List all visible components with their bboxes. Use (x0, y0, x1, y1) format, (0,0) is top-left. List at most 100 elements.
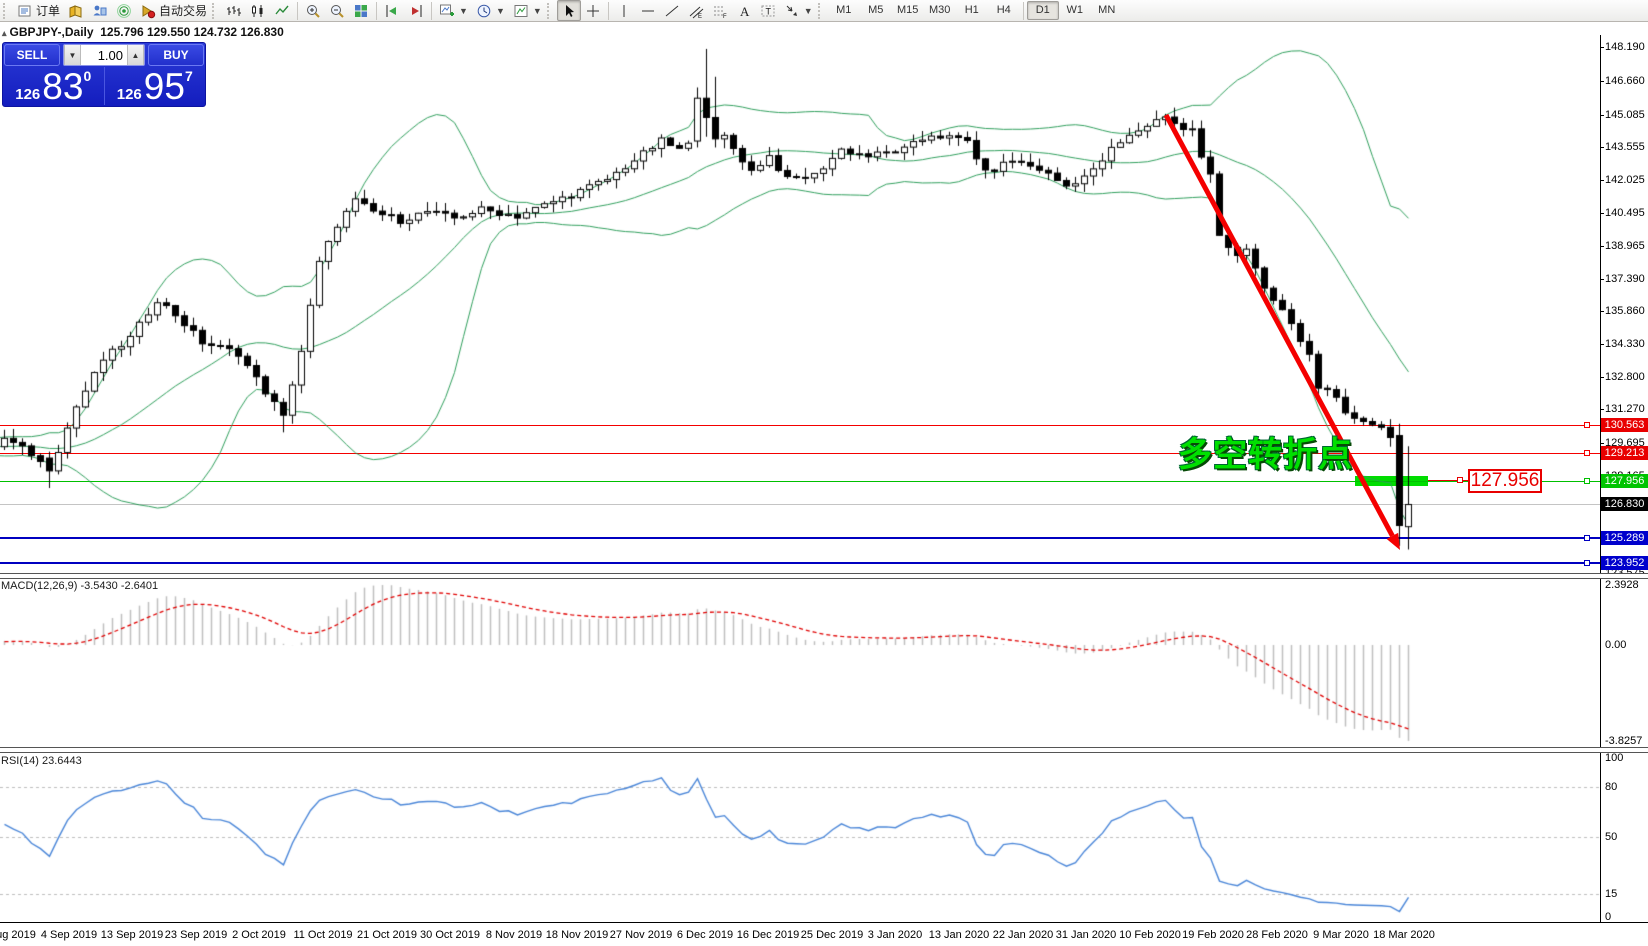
price-callout-anchor (1457, 477, 1463, 483)
one-click-trading-panel: SELL ▼ ▲ BUY 126 83 0 126 95 7 (2, 42, 206, 107)
price-axis-label: 146.660 (1605, 75, 1645, 87)
tile-windows-button[interactable] (349, 0, 373, 21)
zoom-in-icon (305, 3, 321, 19)
price-tag: 130.563 (1601, 418, 1648, 432)
timeframe-w1-button[interactable]: W1 (1059, 1, 1091, 20)
sell-button[interactable]: SELL (4, 44, 60, 66)
date-axis-label: 10 Feb 2020 (1119, 929, 1181, 941)
price-axis-label: 134.330 (1605, 338, 1645, 350)
date-axis-label: 9 Mar 2020 (1313, 929, 1369, 941)
cursor-icon (561, 3, 577, 19)
bar-chart-button[interactable] (222, 0, 246, 21)
date-axis-label: 21 Oct 2019 (357, 929, 417, 941)
price-tag: 123.952 (1601, 556, 1648, 570)
toolbar-drag-handle[interactable] (3, 3, 10, 19)
new-chart-icon (439, 3, 455, 19)
templates-button[interactable]: ▼ (509, 0, 546, 21)
chart-shift-button[interactable] (404, 0, 428, 21)
candlestick-chart-button[interactable] (246, 0, 270, 21)
zoom-out-icon (329, 3, 345, 19)
dropdown-arrow-icon[interactable]: ▼ (459, 6, 468, 16)
volume-spinner: ▼ ▲ (63, 44, 145, 66)
dropdown-arrow-icon[interactable]: ▼ (533, 6, 542, 16)
price-tick (1600, 409, 1604, 410)
channel-button[interactable]: E (684, 0, 708, 21)
price-axis-label: 142.025 (1605, 174, 1645, 186)
arrows-button[interactable]: ▼ (780, 0, 817, 21)
panel-separator[interactable] (0, 747, 1648, 753)
date-axis-label: 13 Sep 2019 (101, 929, 163, 941)
timeframe-m1-button[interactable]: M1 (828, 1, 860, 20)
macd-axis-label: 0.00 (1605, 639, 1626, 651)
price-tag: 129.213 (1601, 446, 1648, 460)
date-axis-label: 26 Aug 2019 (0, 929, 36, 941)
time-scale-axis[interactable]: 26 Aug 20194 Sep 201913 Sep 201923 Sep 2… (0, 923, 1648, 946)
trendline-button[interactable] (660, 0, 684, 21)
timeframe-mn-button[interactable]: MN (1091, 1, 1123, 20)
timeframe-h4-button[interactable]: H4 (988, 1, 1020, 20)
profile-button[interactable] (88, 0, 112, 21)
price-chart-canvas[interactable] (0, 35, 1600, 573)
svg-text:T: T (765, 6, 771, 16)
svg-text:F: F (723, 14, 727, 19)
timeframe-m15-button[interactable]: M15 (892, 1, 924, 20)
price-axis-label: 132.800 (1605, 371, 1645, 383)
fibonacci-button[interactable]: F (708, 0, 732, 21)
date-axis-label: 27 Nov 2019 (610, 929, 672, 941)
price-axis-label: 131.270 (1605, 403, 1645, 415)
zoom-in-button[interactable] (301, 0, 325, 21)
toolbar-drag-handle[interactable] (547, 3, 554, 19)
buy-price[interactable]: 126 95 7 (105, 67, 206, 105)
date-axis-label: 25 Dec 2019 (801, 929, 863, 941)
line-chart-button[interactable] (270, 0, 294, 21)
vertical-line-button[interactable] (612, 0, 636, 21)
volume-input[interactable] (81, 45, 127, 65)
rsi-axis-label: 100 (1605, 752, 1623, 764)
rsi-canvas[interactable] (0, 752, 1600, 922)
auto-trading-button[interactable]: 自动交易 (136, 0, 211, 21)
profile-icon (92, 3, 108, 19)
price-axis-label: 140.495 (1605, 207, 1645, 219)
toolbar-drag-handle[interactable] (212, 3, 219, 19)
price-tick (1600, 344, 1604, 345)
signal-button[interactable] (112, 0, 136, 21)
text-label-button[interactable]: T (756, 0, 780, 21)
zoom-out-button[interactable] (325, 0, 349, 21)
tile-windows-icon (353, 3, 369, 19)
quote-top-row: SELL ▼ ▲ BUY (3, 43, 205, 67)
auto-scroll-button[interactable] (380, 0, 404, 21)
history-button[interactable] (64, 0, 88, 21)
symbol-ohlc: 125.796 129.550 124.732 126.830 (100, 25, 284, 39)
dropdown-arrow-icon[interactable]: ▼ (804, 6, 813, 16)
volume-increase-button[interactable]: ▲ (127, 45, 144, 65)
toolbar-drag-handle[interactable] (818, 3, 825, 19)
volume-decrease-button[interactable]: ▼ (64, 45, 81, 65)
new-order-button[interactable]: 订单 (13, 0, 64, 21)
timeframe-h1-button[interactable]: H1 (956, 1, 988, 20)
templates-icon (513, 3, 529, 19)
horizontal-line-button[interactable] (636, 0, 660, 21)
date-axis-label: 18 Nov 2019 (546, 929, 608, 941)
caret-down-icon: ▼ (69, 51, 77, 60)
panel-separator[interactable] (0, 573, 1648, 579)
buy-button[interactable]: BUY (148, 44, 204, 66)
crosshair-button[interactable] (581, 0, 605, 21)
dropdown-arrow-icon[interactable]: ▼ (496, 6, 505, 16)
timeframe-m5-button[interactable]: M5 (860, 1, 892, 20)
timeframe-m30-button[interactable]: M30 (924, 1, 956, 20)
macd-canvas[interactable] (0, 578, 1600, 748)
price-axis-label: 135.860 (1605, 305, 1645, 317)
channel-icon: E (688, 3, 704, 19)
date-axis-label: 31 Jan 2020 (1056, 929, 1117, 941)
rsi-axis-label: 50 (1605, 831, 1617, 843)
macd-axis-label: 2.3928 (1605, 579, 1639, 591)
periods-button[interactable]: ▼ (472, 0, 509, 21)
cursor-button[interactable] (557, 0, 581, 21)
timeframe-d1-button[interactable]: D1 (1027, 1, 1059, 20)
new-chart-button[interactable]: ▼ (435, 0, 472, 21)
sell-price[interactable]: 126 83 0 (3, 67, 104, 105)
price-tick (1600, 213, 1604, 214)
turning-point-annotation[interactable]: 多空转折点 (1178, 438, 1353, 472)
price-callout-box[interactable]: 127.956 (1468, 469, 1542, 493)
text-button[interactable]: A (732, 0, 756, 21)
